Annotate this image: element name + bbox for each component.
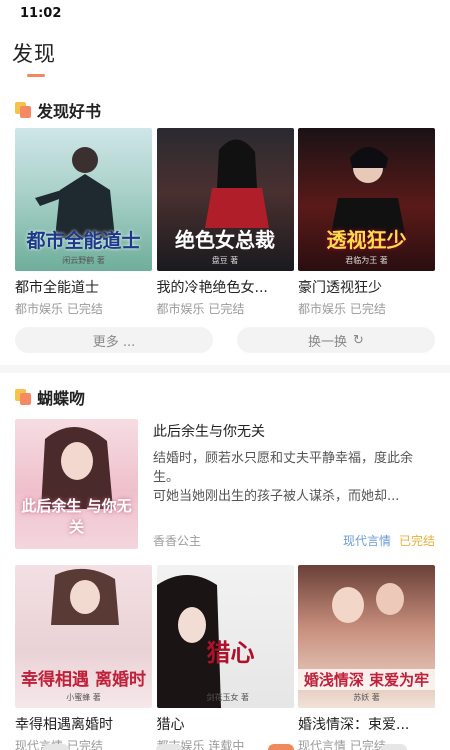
book-grid: 都市全能道士 闲云野鹤 著 都市全能道士 都市娱乐 已完结 绝色女总裁 盘豆 著… (15, 128, 435, 317)
refresh-button[interactable]: 换一换 ↻ (237, 327, 435, 353)
featured-category-tag: 现代言情 (342, 534, 391, 548)
section-divider (0, 365, 450, 373)
book-meta: 都市娱乐 已完结 (157, 300, 294, 317)
book-cover[interactable]: 此后余生 与你无关 (15, 419, 138, 549)
book-cover[interactable]: 婚浅情深 束爱为牢 苏妖 著 (298, 565, 435, 708)
book-category: 都市娱乐 (15, 302, 64, 316)
featured-description: 结婚时，顾若水只愿和丈夫平静幸福，度此余生。 可她当她刚出生的孩子被人谋杀，而她… (153, 451, 414, 504)
book-grid: 幸得相遇 离婚时 小蜜蜂 著 幸得相遇离婚时 现代言情 已完结 猎心 剑花玉女 … (0, 565, 450, 750)
cover-author: 盘豆 著 (211, 256, 239, 265)
refresh-icon: ↻ (353, 332, 364, 348)
book-cover[interactable]: 幸得相遇 离婚时 小蜜蜂 著 (15, 565, 152, 708)
book-card[interactable]: 都市全能道士 闲云野鹤 著 都市全能道士 都市娱乐 已完结 (15, 128, 152, 317)
cover-author: 君临为王 著 (345, 256, 388, 265)
featured-author: 香香公主 (153, 534, 202, 548)
featured-title[interactable]: 此后余生与你无关 (153, 421, 435, 441)
nav-tab-discover[interactable] (268, 744, 295, 750)
cover-title: 绝色女总裁 (175, 228, 275, 252)
book-cover[interactable]: 猎心 剑花玉女 著 (156, 565, 294, 708)
cover-title: 婚浅情深 束爱为牢 (298, 669, 435, 690)
book-title[interactable]: 都市全能道士 (15, 277, 152, 297)
book-meta: 都市娱乐 已完结 (15, 300, 152, 317)
book-card[interactable]: 绝色女总裁 盘豆 著 我的冷艳绝色女... 都市娱乐 已完结 (156, 128, 294, 317)
featured-status-tag: 已完结 (398, 534, 435, 548)
section-title: 蝴蝶吻 (37, 389, 86, 408)
cover-title: 此后余生 与你无关 (21, 497, 132, 536)
nav-tab-profile[interactable] (380, 744, 407, 750)
section-badge-icon (15, 102, 33, 118)
status-bar: 11:02 (0, 0, 450, 30)
cover-author: 闲云野鹤 著 (62, 256, 105, 265)
section-butterfly-kiss: 蝴蝶吻 (0, 373, 450, 415)
book-cover[interactable]: 绝色女总裁 盘豆 著 (156, 128, 294, 271)
book-cover[interactable]: 都市全能道士 闲云野鹤 著 (15, 128, 152, 271)
title-underline (27, 74, 45, 77)
cover-author: 剑花玉女 著 (206, 693, 250, 702)
book-status: 已完结 (349, 302, 386, 316)
book-card[interactable]: 透视狂少 君临为王 著 豪门透视狂少 都市娱乐 已完结 (298, 128, 435, 317)
book-title[interactable]: 我的冷艳绝色女... (157, 277, 294, 297)
book-category: 都市娱乐 (298, 302, 347, 316)
book-title[interactable]: 豪门透视狂少 (298, 277, 435, 297)
section-title: 发现好书 (37, 102, 102, 121)
book-title[interactable]: 幸得相遇离婚时 (15, 714, 152, 734)
cover-title: 都市全能道士 (26, 230, 141, 252)
book-card[interactable]: 幸得相遇 离婚时 小蜜蜂 著 幸得相遇离婚时 现代言情 已完结 (15, 565, 152, 750)
book-category: 都市娱乐 (156, 302, 205, 316)
bottom-nav (0, 742, 450, 750)
more-button[interactable]: 更多 ... (15, 327, 213, 353)
page-title: 发现 (12, 42, 56, 66)
section-discover-books: 发现好书 都市全能道士 闲云野鹤 著 都市全能道士 都市娱乐 已完结 绝色女总裁… (0, 92, 450, 353)
more-button-label: 更多 ... (92, 334, 136, 350)
book-title[interactable]: 猎心 (157, 714, 294, 734)
cover-title: 透视狂少 (326, 228, 407, 252)
book-status: 已完结 (66, 302, 103, 316)
book-card[interactable]: 猎心 剑花玉女 著 猎心 都市娱乐 连载中 (156, 565, 294, 750)
status-time: 11:02 (20, 6, 62, 21)
book-card[interactable]: 婚浅情深 束爱为牢 苏妖 著 婚浅情深：束爱... 现代言情 已完结 (298, 565, 435, 750)
cover-author: 苏妖 著 (353, 693, 380, 702)
cover-title: 幸得相遇 离婚时 (21, 670, 146, 690)
refresh-button-label: 换一换 (308, 334, 348, 350)
section-header: 发现好书 (15, 92, 435, 128)
book-cover[interactable]: 透视狂少 君临为王 著 (298, 128, 435, 271)
page-header: 发现 (0, 30, 450, 92)
section-header: 蝴蝶吻 (15, 379, 435, 415)
nav-tab-home[interactable] (43, 744, 70, 750)
featured-footer: 香香公主 现代言情 已完结 (153, 532, 435, 549)
featured-book[interactable]: 此后余生 与你无关 此后余生与你无关 结婚时，顾若水只愿和丈夫平静幸福，度此余生… (0, 419, 450, 549)
button-row: 更多 ... 换一换 ↻ (15, 327, 435, 353)
nav-tab-shelf[interactable] (155, 744, 182, 750)
cover-author: 小蜜蜂 著 (66, 693, 101, 702)
book-status: 已完结 (208, 302, 245, 316)
featured-info: 此后余生与你无关 结婚时，顾若水只愿和丈夫平静幸福，度此余生。 可她当她刚出生的… (153, 419, 435, 549)
section-badge-icon (15, 389, 33, 405)
book-meta: 都市娱乐 已完结 (298, 300, 435, 317)
book-title[interactable]: 婚浅情深：束爱... (298, 714, 435, 734)
cover-title: 猎心 (206, 638, 255, 667)
